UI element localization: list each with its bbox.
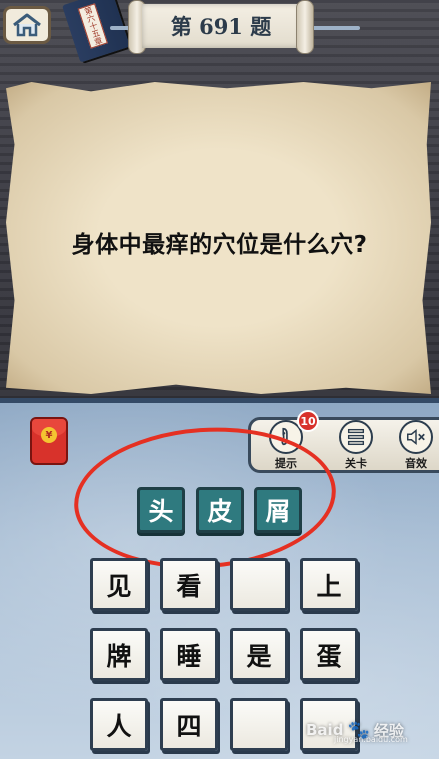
char-tile[interactable]: 见: [90, 558, 148, 611]
levels-button[interactable]: 关卡: [332, 418, 380, 470]
home-icon: [13, 13, 41, 37]
char-tile[interactable]: 睡: [160, 628, 218, 681]
home-button[interactable]: [3, 6, 51, 44]
question-text: 身体中最痒的穴位是什么穴?: [71, 232, 368, 258]
level-scroll: 第 691 题: [128, 0, 314, 54]
levels-icon: [339, 420, 373, 454]
scroll-roll-right: [296, 0, 314, 54]
coin-icon: ¥: [41, 427, 57, 443]
hint-count-badge: 10: [297, 410, 319, 432]
char-tile[interactable]: 蛋: [300, 628, 358, 681]
char-tile[interactable]: 上: [300, 558, 358, 611]
levels-label: 关卡: [345, 457, 367, 470]
book-label: 第六十五章: [77, 3, 108, 49]
sound-mute-icon: [399, 420, 433, 454]
char-tile[interactable]: 牌: [90, 628, 148, 681]
sound-button[interactable]: 音效: [392, 418, 439, 470]
char-tile[interactable]: 看: [160, 558, 218, 611]
char-tile[interactable]: 四: [160, 698, 218, 751]
baidu-watermark: Baid 🐾 经验 jingyan.baidu.com: [306, 713, 408, 747]
watermark-sub: jingyan.baidu.com: [334, 735, 408, 744]
red-packet-button[interactable]: ¥: [30, 417, 68, 465]
char-tile[interactable]: 是: [230, 628, 288, 681]
char-tile[interactable]: [230, 698, 288, 751]
level-title: 第 691 题: [142, 4, 300, 48]
char-tile[interactable]: [230, 558, 288, 611]
area-divider: [0, 398, 439, 403]
char-tile[interactable]: 人: [90, 698, 148, 751]
sound-label: 音效: [405, 457, 427, 470]
